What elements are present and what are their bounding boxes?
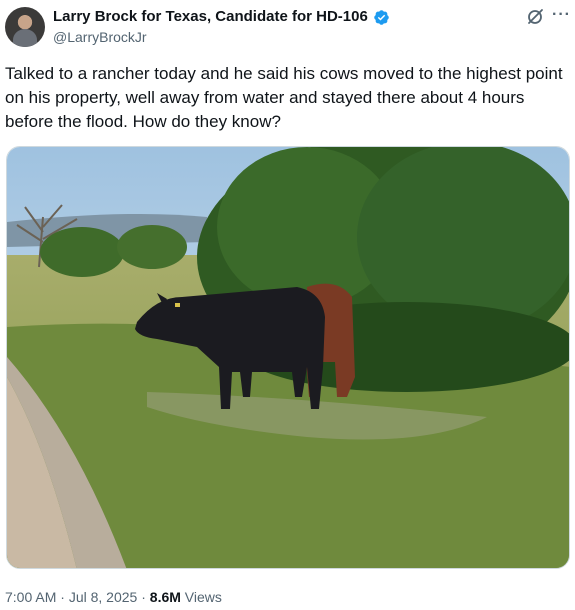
avatar[interactable] (5, 7, 45, 47)
author-handle[interactable]: @LarryBrockJr (53, 28, 147, 46)
author-display-name[interactable]: Larry Brock for Texas, Candidate for HD-… (53, 8, 368, 26)
meta-separator: · (137, 589, 150, 605)
grok-icon[interactable] (526, 8, 544, 26)
tweet-header: Larry Brock for Texas, Candidate for HD-… (0, 0, 575, 56)
author-name-row[interactable]: Larry Brock for Texas, Candidate for HD-… (53, 8, 390, 26)
more-icon[interactable]: ··· (552, 7, 571, 23)
meta-separator: · (56, 589, 69, 605)
photo-cows-under-tree (7, 147, 569, 568)
tweet-time[interactable]: 7:00 AM (5, 589, 56, 605)
verified-badge-icon (373, 9, 390, 26)
views-count[interactable]: 8.6M (150, 589, 181, 605)
tweet-text: Talked to a rancher today and he said hi… (5, 64, 563, 131)
tweet-date[interactable]: Jul 8, 2025 (69, 589, 138, 605)
views-label: Views (180, 589, 222, 605)
tweet-meta: 7:00 AM · Jul 8, 2025 · 8.6M Views (5, 587, 222, 607)
tweet-photo[interactable] (6, 146, 570, 569)
